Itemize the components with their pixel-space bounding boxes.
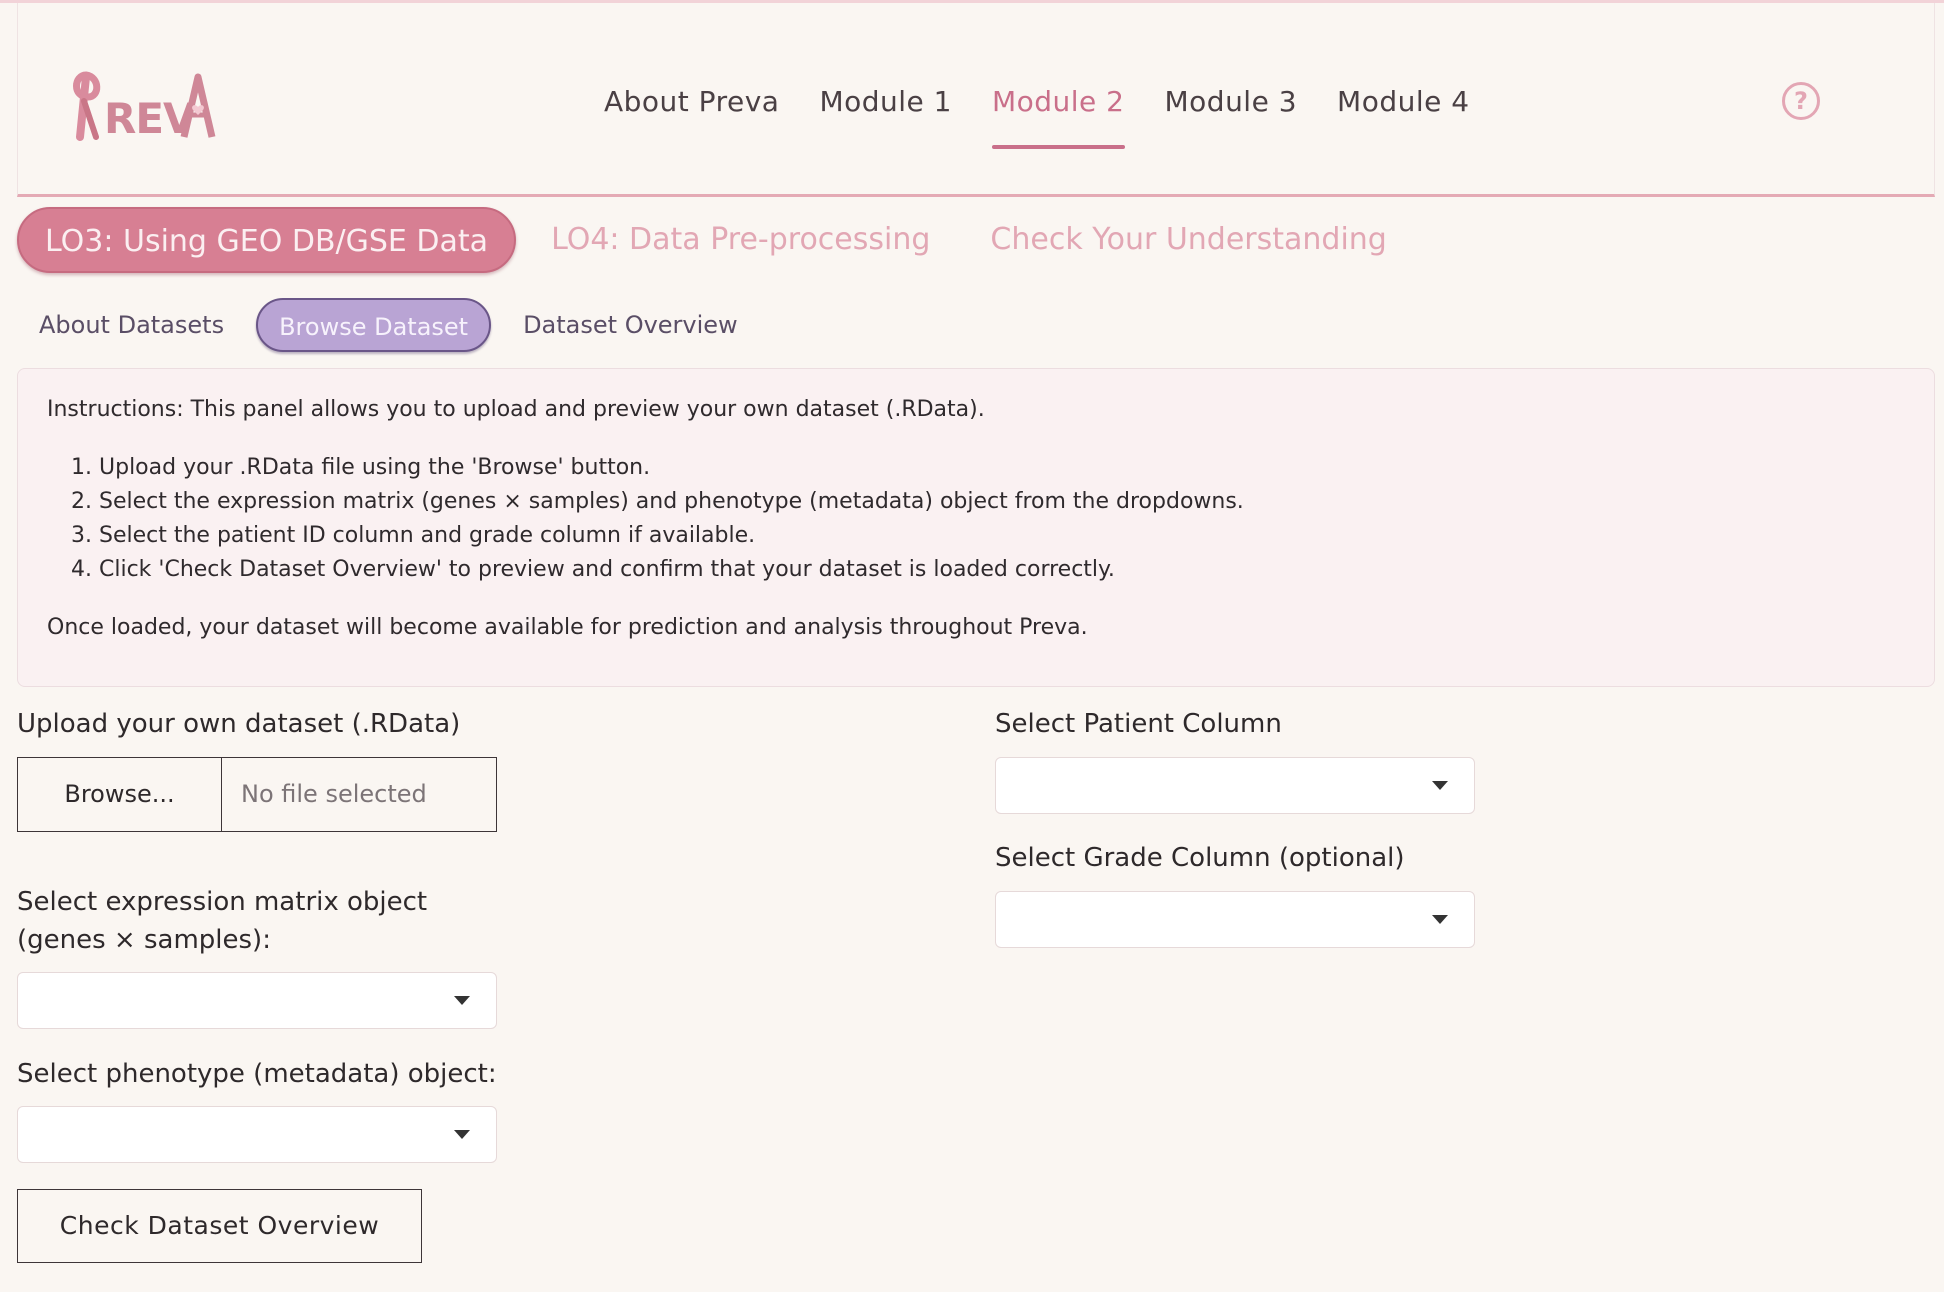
grade-column-select[interactable] bbox=[995, 891, 1475, 948]
patient-column-select[interactable] bbox=[995, 757, 1475, 814]
caret-down-icon bbox=[454, 996, 470, 1005]
main-nav: About Preva Module 1 Module 2 Module 3 M… bbox=[584, 79, 1490, 149]
expression-matrix-label-line1: Select expression matrix object bbox=[17, 887, 428, 917]
expression-matrix-label-line2: (genes × samples): bbox=[17, 925, 271, 955]
nav-about-preva[interactable]: About Preva bbox=[584, 79, 799, 149]
patient-column-label: Select Patient Column bbox=[995, 709, 1282, 739]
tab-browse-dataset[interactable]: Browse Dataset bbox=[256, 298, 492, 352]
caret-down-icon bbox=[1432, 915, 1448, 924]
tab-lo4-preprocessing[interactable]: LO4: Data Pre-processing bbox=[526, 207, 955, 273]
tab-dataset-overview[interactable]: Dataset Overview bbox=[501, 298, 760, 352]
check-dataset-overview-button[interactable]: Check Dataset Overview bbox=[17, 1189, 422, 1263]
nav-module-3[interactable]: Module 3 bbox=[1145, 79, 1318, 149]
phenotype-select[interactable] bbox=[17, 1106, 497, 1163]
browse-button[interactable]: Browse... bbox=[18, 758, 222, 831]
caret-down-icon bbox=[1432, 781, 1448, 790]
expression-matrix-label: Select expression matrix object (genes ×… bbox=[17, 883, 427, 959]
file-upload-input[interactable]: Browse... No file selected bbox=[17, 757, 497, 832]
question-circle-icon[interactable]: ? bbox=[1782, 82, 1820, 120]
learning-objective-tabs: LO3: Using GEO DB/GSE Data LO4: Data Pre… bbox=[17, 207, 1422, 273]
instructions-steps: Upload your .RData file using the 'Brows… bbox=[47, 451, 1905, 587]
nav-module-4[interactable]: Module 4 bbox=[1317, 79, 1490, 149]
page: REV About Preva Module 1 Module 2 Module… bbox=[0, 0, 1944, 1292]
preva-logo[interactable]: REV bbox=[66, 67, 216, 143]
instruction-step: Select the patient ID column and grade c… bbox=[99, 519, 1905, 553]
nav-module-2[interactable]: Module 2 bbox=[972, 79, 1145, 149]
upload-label: Upload your own dataset (.RData) bbox=[17, 709, 461, 739]
instruction-step: Upload your .RData file using the 'Brows… bbox=[99, 451, 1905, 485]
instruction-step: Click 'Check Dataset Overview' to previe… bbox=[99, 553, 1905, 587]
instructions-intro: Instructions: This panel allows you to u… bbox=[47, 397, 985, 422]
navbar: REV About Preva Module 1 Module 2 Module… bbox=[17, 3, 1935, 197]
phenotype-label: Select phenotype (metadata) object: bbox=[17, 1059, 497, 1089]
file-name-field[interactable]: No file selected bbox=[222, 758, 496, 831]
instructions-panel: Instructions: This panel allows you to u… bbox=[17, 368, 1935, 687]
caret-down-icon bbox=[454, 1130, 470, 1139]
nav-module-1[interactable]: Module 1 bbox=[799, 79, 972, 149]
dataset-sub-tabs: About Datasets Browse Dataset Dataset Ov… bbox=[17, 298, 770, 352]
tab-check-understanding[interactable]: Check Your Understanding bbox=[965, 207, 1411, 273]
grade-column-label: Select Grade Column (optional) bbox=[995, 843, 1405, 873]
tab-about-datasets[interactable]: About Datasets bbox=[17, 298, 246, 352]
instructions-outro: Once loaded, your dataset will become av… bbox=[47, 615, 1088, 640]
instruction-step: Select the expression matrix (genes × sa… bbox=[99, 485, 1905, 519]
expression-matrix-select[interactable] bbox=[17, 972, 497, 1029]
tab-lo3-geo-data[interactable]: LO3: Using GEO DB/GSE Data bbox=[17, 207, 517, 273]
